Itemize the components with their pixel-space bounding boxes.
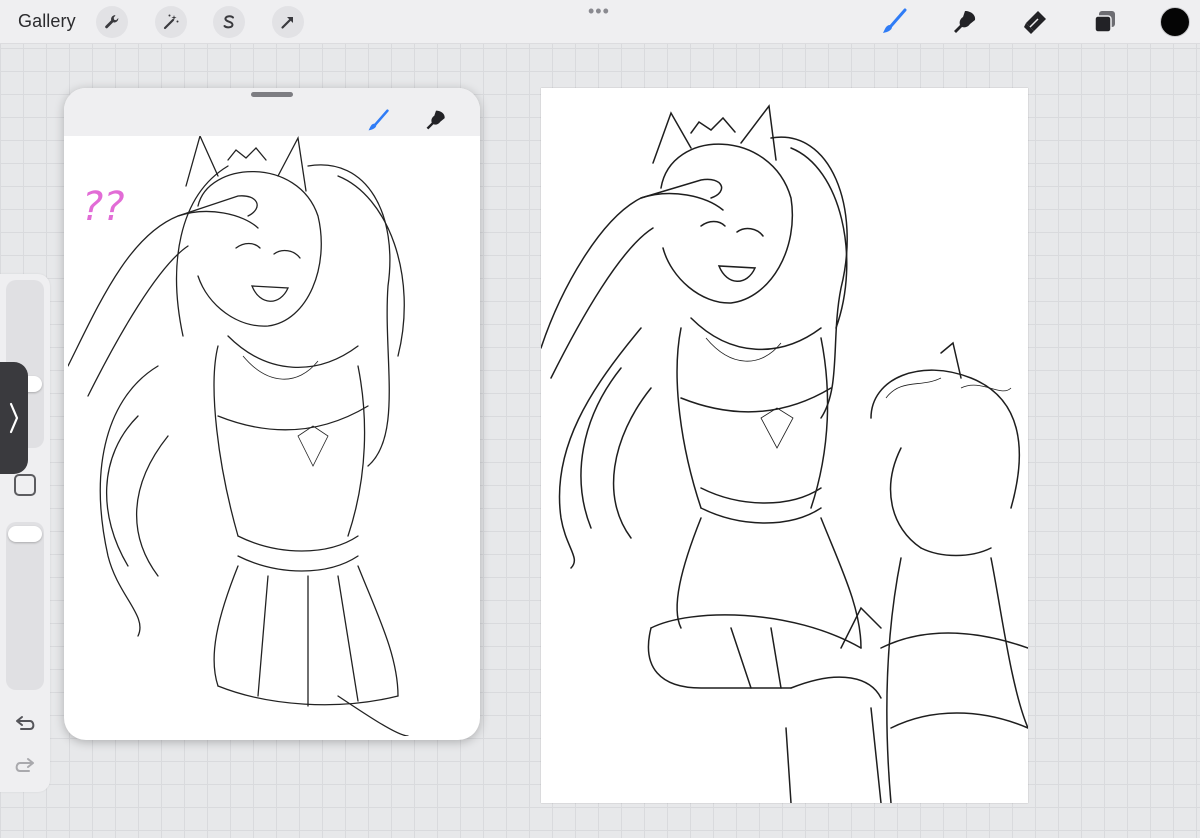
smudge-icon[interactable]	[424, 108, 448, 132]
selection-button[interactable]	[213, 6, 245, 38]
gallery-button[interactable]: Gallery	[18, 11, 76, 32]
sidebar-collapse-tab[interactable]	[0, 362, 28, 474]
annotation-question-marks: ??	[82, 184, 124, 230]
top-toolbar: Gallery •••	[0, 0, 1200, 44]
reference-sketch: ??	[68, 136, 409, 736]
selection-s-icon	[223, 15, 234, 29]
brush-icon[interactable]	[366, 109, 390, 133]
smudge-tool-button[interactable]	[951, 8, 979, 36]
transform-button[interactable]	[272, 6, 304, 38]
opacity-thumb[interactable]	[8, 526, 42, 542]
left-sidebar	[0, 274, 50, 792]
opacity-slider[interactable]	[6, 522, 44, 690]
chevron-right-icon	[9, 402, 19, 434]
main-canvas[interactable]	[541, 88, 1028, 803]
color-picker-button[interactable]	[1160, 7, 1190, 37]
undo-icon[interactable]	[13, 714, 37, 734]
redo-icon[interactable]	[13, 756, 37, 776]
reference-window[interactable]: ??	[64, 88, 480, 740]
actions-wrench-button[interactable]	[96, 6, 128, 38]
smudge-icon	[954, 11, 976, 33]
wrench-icon	[105, 15, 119, 29]
main-sketch	[541, 104, 1028, 803]
more-dots-icon[interactable]: •••	[588, 2, 610, 20]
adjustments-button[interactable]	[155, 6, 187, 38]
brush-tool-button[interactable]	[880, 8, 908, 36]
eraser-tool-button[interactable]	[1021, 8, 1049, 36]
layers-button[interactable]	[1091, 8, 1119, 36]
magic-wand-icon	[163, 14, 179, 30]
layers-icon	[1094, 11, 1115, 33]
reference-canvas[interactable]: ??	[68, 136, 476, 736]
reference-drag-handle[interactable]	[251, 92, 293, 97]
brush-icon	[883, 8, 907, 33]
transform-arrow-icon	[281, 17, 293, 29]
reference-header	[64, 88, 480, 136]
modify-square-icon[interactable]	[14, 474, 36, 496]
eraser-icon	[1024, 11, 1046, 34]
